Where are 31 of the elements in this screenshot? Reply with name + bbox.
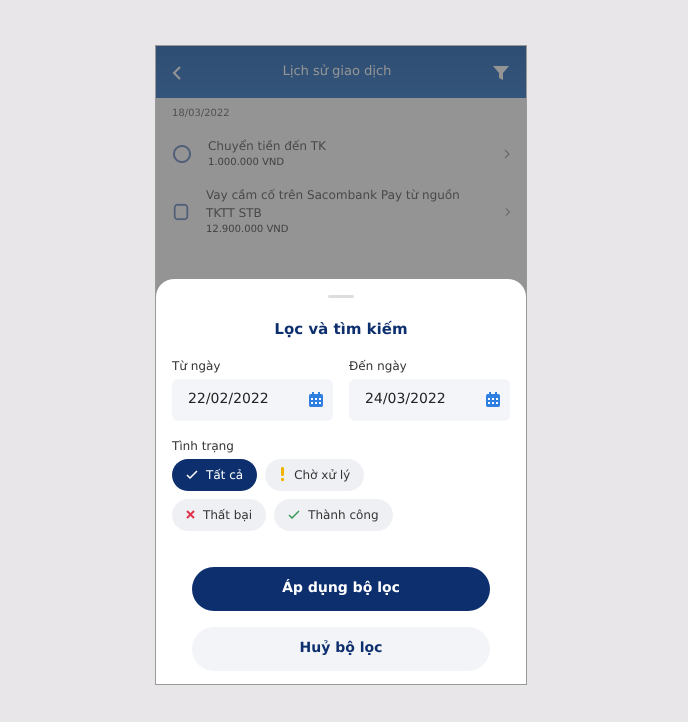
drag-handle[interactable] <box>328 295 354 298</box>
calendar-icon <box>309 392 323 407</box>
date-label: Từ ngày <box>172 358 222 374</box>
transaction-amount: 12.900.000 VND <box>206 223 290 237</box>
date-field[interactable]: 24/03/2022 <box>349 378 510 420</box>
calendar-icon <box>486 392 500 407</box>
status-chip[interactable]: Thất bại <box>172 498 266 530</box>
chevron-icon <box>504 206 510 216</box>
check-icon <box>186 470 198 479</box>
circle-icon <box>172 144 192 164</box>
date-heading: 18/03/2022 <box>171 107 231 121</box>
transaction-amount: 1.000.000 VND <box>208 156 286 170</box>
apply-button[interactable]: Áp dụng bộ lọc <box>192 566 490 610</box>
date-label: Đến ngày <box>349 358 408 374</box>
chevron-icon <box>504 148 510 158</box>
status-chip[interactable]: Thành công <box>274 498 393 530</box>
status-label: Tình trạng <box>172 438 235 454</box>
cancel-button[interactable]: Huỷ bộ lọc <box>192 626 490 670</box>
check-icon <box>288 510 300 519</box>
filter-icon <box>492 64 510 82</box>
screen-title: Lịch sử giao dịch <box>282 63 392 82</box>
transaction-title: Chuyển tiền đến TK <box>208 138 327 155</box>
back-icon <box>172 66 182 80</box>
document-icon <box>172 202 190 222</box>
transaction-title: Vay cầm cố trên Sacombank Pay từ nguồn TKTT STB <box>206 187 461 222</box>
sheet-title: Lọc và tìm kiếm <box>273 319 409 340</box>
date-field[interactable]: 22/02/2022 <box>172 378 333 420</box>
exclamation-icon <box>279 467 286 482</box>
status-chip[interactable]: Tất cả <box>172 458 258 490</box>
cross-icon <box>186 509 195 520</box>
status-chip[interactable]: Chờ xử lý <box>265 458 364 490</box>
